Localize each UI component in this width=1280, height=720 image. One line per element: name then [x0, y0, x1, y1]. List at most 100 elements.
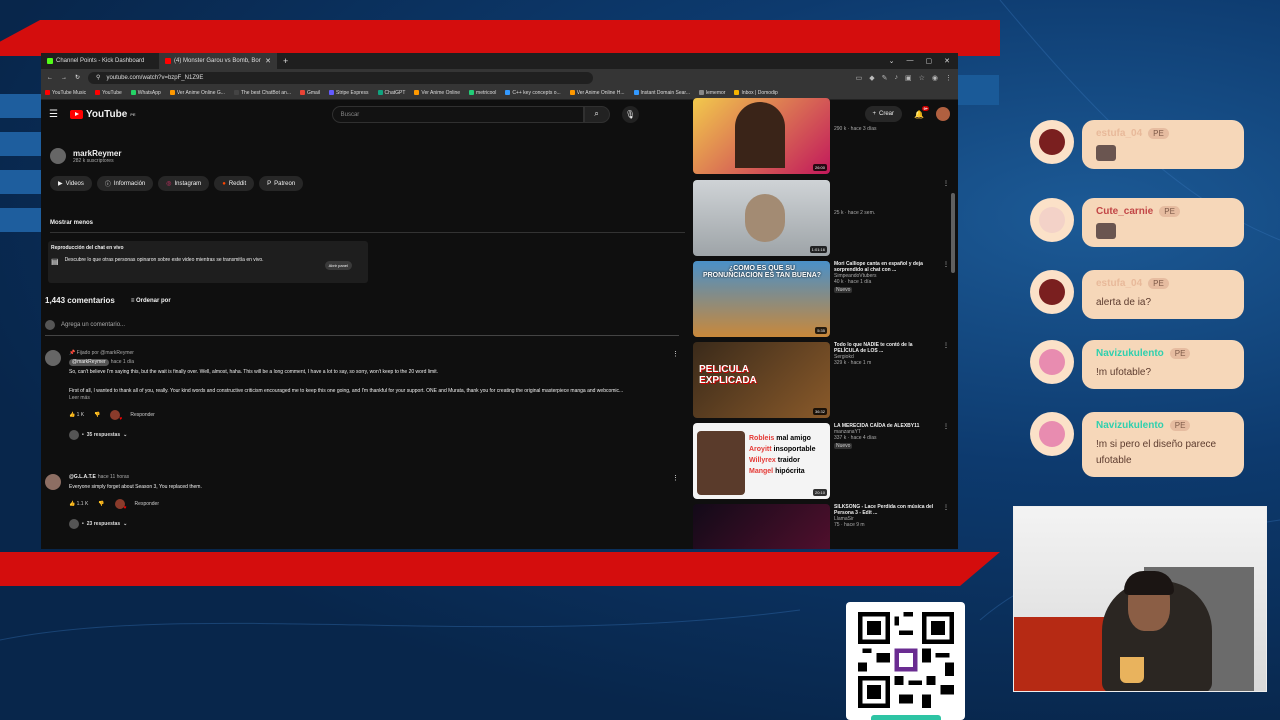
bookmark-star-icon[interactable]: ☆ — [919, 74, 925, 82]
patreon-link[interactable]: P Patreon — [259, 176, 304, 191]
comment-time[interactable]: hace 11 horas — [98, 474, 129, 480]
bookmark-item[interactable]: Gmail — [299, 90, 320, 96]
bookmark-item[interactable]: ChatGPT — [377, 90, 405, 96]
video-thumbnail[interactable]: 26:00 — [693, 98, 830, 174]
comment-author[interactable]: @G.L.A.T.E — [69, 474, 96, 480]
close-icon[interactable]: ✕ — [265, 57, 271, 65]
video-title[interactable]: SILKSONG - Lace Perdida con música del P… — [834, 504, 938, 516]
open-panel-button[interactable]: Abrir panel — [324, 261, 352, 270]
reddit-link[interactable]: ● Reddit — [214, 176, 255, 191]
bookmark-item[interactable]: Ver Anime Online G... — [169, 90, 225, 96]
bookmark-item[interactable]: YouTube Music — [45, 90, 86, 96]
bookmark-item[interactable]: WhatsApp — [130, 90, 161, 96]
related-video[interactable]: SILKSONG - Lace Perdida con música del P… — [693, 504, 949, 549]
comment-avatar[interactable] — [45, 474, 61, 490]
profile-icon[interactable]: ◉ — [932, 74, 938, 82]
video-title[interactable]: Mori Calliope canta en español y deja so… — [834, 261, 938, 273]
cast-icon[interactable]: ▭ — [856, 74, 863, 82]
chat-user-icon — [1030, 340, 1074, 384]
channel-avatar[interactable] — [50, 148, 66, 164]
related-video[interactable]: PELICULA EXPLICADA 36:32 Todo lo que NAD… — [693, 342, 949, 420]
more-icon[interactable]: ⋮ — [672, 350, 679, 358]
add-comment-field[interactable]: Agrega un comentario... — [45, 320, 679, 336]
info-link[interactable]: ⓘ Información — [96, 176, 154, 191]
video-thumbnail[interactable]: 1:01:16 — [693, 180, 830, 256]
like-button[interactable]: 👍 1 K — [69, 412, 84, 419]
bookmark-item[interactable]: The best ChatBot an... — [233, 90, 291, 96]
chat-bubble: estufa_04 PE alerta de ia? — [1082, 270, 1244, 319]
bookmark-item[interactable]: Stripe Express — [329, 90, 369, 96]
forward-icon[interactable]: → — [61, 75, 67, 81]
reply-button[interactable]: Responder — [135, 501, 159, 508]
chat-avatar-face — [1039, 421, 1065, 447]
extension-icon[interactable]: ◆ — [869, 74, 874, 82]
minimize-icon[interactable]: — — [907, 57, 914, 65]
video-title[interactable]: Todo lo que NADIE te contó de la PELÍCUL… — [834, 342, 938, 354]
extension-icon[interactable]: ✎ — [882, 74, 888, 82]
page-scrollbar[interactable] — [951, 193, 955, 273]
site-info-icon[interactable]: ⚲ — [96, 74, 100, 81]
video-thumbnail[interactable] — [693, 504, 830, 549]
show-less-button[interactable]: Mostrar menos — [50, 220, 93, 226]
chevron-down-icon[interactable]: ⌄ — [889, 57, 895, 65]
comment-time[interactable]: hace 1 día — [111, 359, 134, 365]
new-tab-icon[interactable]: + — [277, 56, 294, 66]
more-icon[interactable]: ⋮ — [943, 180, 949, 187]
reply-button[interactable]: Responder — [130, 412, 154, 419]
bookmark-item[interactable]: Ver Anime Online H... — [569, 90, 625, 96]
more-icon[interactable]: ⋮ — [943, 423, 949, 430]
bookmark-item[interactable]: Instant Domain Sear... — [633, 90, 690, 96]
video-thumbnail[interactable]: Robleis mal amigo Aroyitt insoportable W… — [693, 423, 830, 499]
related-video[interactable]: 26:00 290 k · hace 3 días — [693, 98, 949, 176]
videos-link[interactable]: ▶ Videos — [50, 176, 92, 191]
search-icon[interactable]: ⌕ — [583, 105, 610, 123]
bookmark-item[interactable]: lememor — [698, 90, 725, 96]
menu-icon[interactable]: ⋮ — [945, 74, 952, 82]
more-icon[interactable]: ⋮ — [943, 261, 949, 268]
bookmark-item[interactable]: metricool — [469, 90, 496, 96]
channel-name[interactable]: markReymer — [73, 149, 121, 158]
video-thumbnail[interactable]: PELICULA EXPLICADA 36:32 — [693, 342, 830, 418]
dislike-icon[interactable]: 👎 — [98, 501, 104, 508]
related-video[interactable]: 1:01:16 25 k · hace 2 sem. ⋮ — [693, 180, 949, 258]
like-button[interactable]: 👍 1.1 K — [69, 501, 88, 508]
more-icon[interactable]: ⋮ — [943, 342, 949, 349]
extension-icon[interactable]: ▣ — [905, 74, 912, 82]
more-icon[interactable]: ⋮ — [672, 474, 679, 482]
reload-icon[interactable]: ↻ — [75, 74, 80, 81]
menu-icon[interactable]: ☰ — [49, 109, 58, 120]
chat-emote-icon — [1096, 223, 1116, 239]
browser-tab-youtube[interactable]: (4) Monster Garou vs Bomb, Bor ✕ — [159, 53, 277, 69]
sort-button[interactable]: ≡ Ordenar por — [131, 298, 171, 304]
comment-avatar[interactable] — [45, 350, 61, 366]
link-label: Información — [113, 180, 146, 187]
bookmark-item[interactable]: Inbox | Domodip — [734, 90, 778, 96]
replies-toggle[interactable]: • 35 respuestas ⌄ — [69, 430, 679, 440]
instagram-link[interactable]: ◎ Instagram — [158, 176, 210, 191]
bookmark-item[interactable]: Ver Anime Online — [414, 90, 460, 96]
browser-tab-kick[interactable]: Channel Points - Kick Dashboard — [41, 53, 159, 69]
bookmark-item[interactable]: C++ key concepts o... — [505, 90, 561, 96]
comment-author[interactable]: @markReymer — [69, 359, 109, 366]
dislike-icon[interactable]: 👎 — [94, 412, 100, 419]
bookmark-label: Stripe Express — [336, 89, 369, 96]
yape-qr-card — [846, 602, 965, 720]
mic-icon[interactable]: 🎙 — [621, 105, 639, 123]
replies-toggle[interactable]: • 23 respuestas ⌄ — [69, 519, 679, 529]
related-video[interactable]: ¿COMO ES QUE SU PRONUNCIACION ES TAN BUE… — [693, 261, 949, 339]
chat-text: alerta de ia? — [1096, 297, 1152, 308]
close-window-icon[interactable]: ✕ — [944, 57, 950, 65]
search-input[interactable]: Buscar — [331, 105, 584, 123]
youtube-logo[interactable]: YouTube PE — [69, 109, 136, 120]
video-thumbnail[interactable]: ¿COMO ES QUE SU PRONUNCIACION ES TAN BUE… — [693, 261, 830, 337]
url-field[interactable]: ⚲ youtube.com/watch?v=bzpF_N1Z9E — [88, 71, 594, 84]
extension-icon[interactable]: ♪ — [894, 74, 898, 82]
chevron-down-icon: ⌄ — [123, 431, 128, 438]
more-icon[interactable]: ⋮ — [943, 504, 949, 511]
maximize-icon[interactable]: ▢ — [926, 57, 933, 65]
read-more-link[interactable]: Leer más — [69, 395, 679, 402]
creator-heart-icon — [110, 410, 122, 423]
related-video[interactable]: Robleis mal amigo Aroyitt insoportable W… — [693, 423, 949, 501]
bookmark-item[interactable]: YouTube — [95, 90, 122, 96]
back-icon[interactable]: ← — [47, 75, 53, 81]
